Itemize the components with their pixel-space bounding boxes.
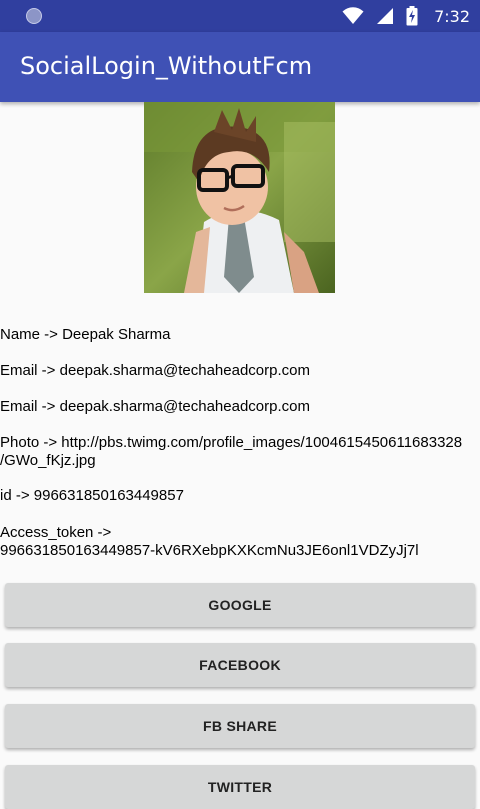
photo-url-text: Photo -> http://pbs.twimg.com/profile_im…	[0, 434, 463, 451]
status-bar: 7:32	[0, 0, 480, 32]
wifi-icon	[342, 7, 364, 24]
fb-share-button[interactable]: FB SHARE	[5, 704, 475, 748]
access-token-label: Access_token ->	[0, 524, 112, 541]
twitter-button[interactable]: TWITTER	[5, 765, 475, 809]
photo-url-text-continued: /GWo_fKjz.jpg	[0, 452, 96, 469]
status-time: 7:32	[434, 6, 470, 26]
name-text: Name -> Deepak Sharma	[0, 326, 171, 343]
battery-charging-icon	[406, 6, 418, 26]
id-text: id -> 996631850163449857	[0, 487, 184, 504]
cell-signal-icon	[377, 8, 394, 24]
google-button[interactable]: GOOGLE	[5, 583, 475, 627]
app-title: SocialLogin_WithoutFcm	[20, 52, 313, 80]
profile-photo-image	[144, 102, 335, 293]
email-text-secondary: Email -> deepak.sharma@techaheadcorp.com	[0, 398, 310, 415]
profile-photo	[144, 102, 335, 293]
status-icons: 7:32	[342, 0, 470, 32]
facebook-button[interactable]: FACEBOOK	[5, 643, 475, 687]
notification-circle-icon	[26, 8, 42, 24]
email-text: Email -> deepak.sharma@techaheadcorp.com	[0, 362, 310, 379]
app-bar: SocialLogin_WithoutFcm	[0, 32, 480, 102]
access-token-value: 996631850163449857-kV6RXebpKXKcmNu3JE6on…	[0, 542, 419, 559]
